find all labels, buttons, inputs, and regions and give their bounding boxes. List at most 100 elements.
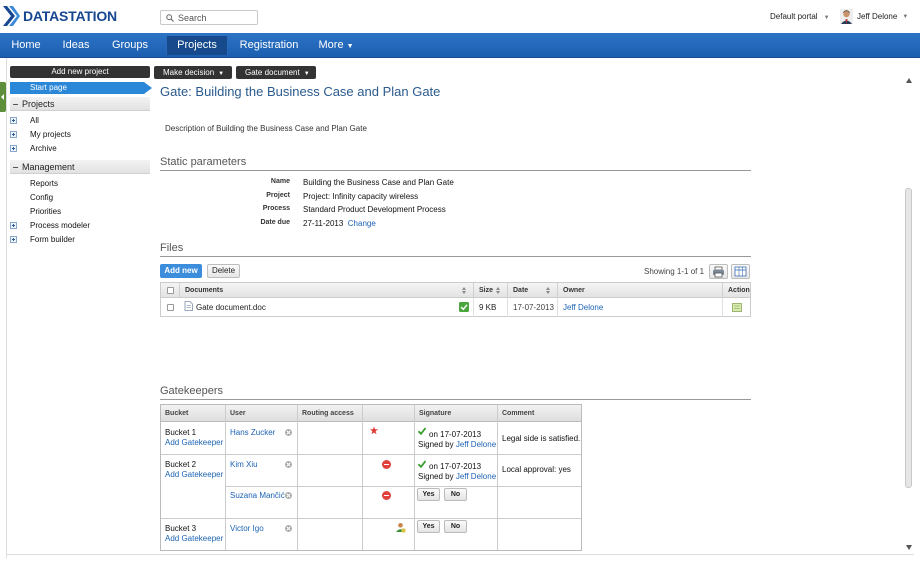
logo[interactable]: DATASTATION [1,4,117,28]
sign-yes-button[interactable]: Yes [417,520,440,533]
signed-by-label: Signed by [418,440,454,449]
chevron-down-icon: ▼ [823,15,830,21]
files-table: Documents Size Date Owner Action Gate do… [160,282,751,317]
delete-file-button[interactable]: Delete [207,264,240,278]
sort-icon[interactable] [546,287,551,294]
col-bucket: Bucket [165,410,189,417]
sidebar-section-management[interactable]: Management [10,160,150,174]
sidebar-item-reports[interactable]: Reports [30,179,58,188]
gatekeeper-user-link[interactable]: Suzana Mančić [230,491,285,500]
checkmark-icon [418,427,426,435]
logo-text: DATASTATION [23,8,117,24]
add-gatekeeper-link[interactable]: Add Gatekeeper [165,438,223,447]
sidebar-item-all[interactable]: All [30,116,39,125]
portal-selector[interactable]: Default portal ▼ [770,12,830,21]
chevron-down-icon: ▼ [303,71,310,77]
bucket-1-label: Bucket 1 [165,428,197,437]
remove-user-icon[interactable] [285,461,292,468]
sidebar-section-projects[interactable]: Projects [10,97,150,111]
row-checkbox[interactable] [167,304,174,311]
gatekeeper-user-link[interactable]: Kim Xiu [230,460,258,469]
checkmark-icon [418,460,426,468]
expand-icon[interactable] [10,222,17,229]
chevron-down-icon: ▼ [218,71,225,77]
remove-user-icon[interactable] [285,492,292,499]
nav-groups[interactable]: Groups [104,33,156,58]
sign-no-button[interactable]: No [444,488,467,501]
bucket-3-label: Bucket 3 [165,524,197,533]
file-date-cell: 17-07-2013 [507,298,557,317]
add-project-button[interactable]: Add new project [10,66,150,78]
sort-icon[interactable] [462,287,467,294]
remove-user-icon[interactable] [285,525,292,532]
nav-registration[interactable]: Registration [236,33,302,58]
gatekeeper-user-link[interactable]: Hans Zucker [230,428,275,437]
document-icon [184,301,193,311]
remove-user-icon[interactable] [285,429,292,436]
add-gatekeeper-link[interactable]: Add Gatekeeper [165,534,223,543]
logo-mark-icon [1,4,20,28]
col-routing-access: Routing access [302,410,354,417]
expand-icon[interactable] [10,117,17,124]
main-nav: Home Ideas Groups Projects Registration … [0,33,920,58]
columns-button[interactable] [731,264,750,279]
file-owner-link[interactable]: Jeff Delone [563,303,603,312]
gatekeeper-user-link[interactable]: Victor Igo [230,524,264,533]
param-project-label: Project [266,192,290,199]
nav-projects[interactable]: Projects [166,36,228,55]
sidebar-item-archive[interactable]: Archive [30,144,57,153]
sidebar-item-priorities[interactable]: Priorities [30,207,61,216]
search-input[interactable] [178,12,256,24]
page-scrollbar[interactable] [904,58,914,555]
param-date-label: Date due [260,219,290,226]
user-menu[interactable]: Jeff Delone ▼ [840,9,908,24]
col-divider [225,405,226,550]
col-size[interactable]: Size [473,283,507,298]
search-box[interactable] [160,10,258,25]
expand-icon[interactable] [10,131,17,138]
change-date-link[interactable]: Change [348,219,376,228]
col-documents[interactable]: Documents [179,283,474,298]
add-file-button[interactable]: Add new [160,264,202,278]
col-owner[interactable]: Owner [557,283,722,298]
gate-document-button[interactable]: Gate document ▼ [236,66,316,79]
nav-home[interactable]: Home [4,33,48,58]
collapse-sidebar-handle[interactable] [0,82,6,112]
make-decision-button[interactable]: Make decision ▼ [154,66,232,79]
top-header: DATASTATION Default portal ▼ Jeff Delone ▼ [0,0,920,33]
row-divider [225,486,581,487]
nav-more[interactable]: More ▼ [314,33,358,58]
add-gatekeeper-link[interactable]: Add Gatekeeper [165,470,223,479]
sidebar-item-start-page[interactable]: Start page [10,82,152,94]
bottom-divider [6,554,914,555]
scroll-thumb[interactable] [905,188,912,488]
signer-link[interactable]: Jeff Delone [456,472,496,481]
gatekeepers-table-header: Bucket User Routing access Signature Com… [161,405,581,422]
expand-icon[interactable] [10,236,17,243]
expand-icon[interactable] [10,145,17,152]
user-name: Jeff Delone [857,12,898,21]
sign-no-button[interactable]: No [444,520,467,533]
signature-date: on 17-07-2013 [429,430,482,439]
sidebar-item-config[interactable]: Config [30,193,53,202]
param-process-value: Standard Product Development Process [303,205,446,214]
no-access-icon [382,491,391,500]
scroll-up-icon[interactable] [906,78,912,83]
file-name[interactable]: Gate document.doc [196,303,266,312]
sidebar-item-my-projects[interactable]: My projects [30,130,71,139]
print-button[interactable] [709,264,728,279]
nav-more-label: More [318,39,344,51]
sidebar-item-process-modeler[interactable]: Process modeler [30,221,90,230]
select-all-checkbox[interactable] [167,287,174,294]
scroll-down-icon[interactable] [906,545,912,550]
row-divider [161,518,581,519]
due-date: 27-11-2013 [303,219,344,228]
param-date-value: 27-11-2013 Change [303,219,376,228]
sort-icon[interactable] [496,287,501,294]
sidebar-item-form-builder[interactable]: Form builder [30,235,75,244]
nav-ideas[interactable]: Ideas [54,33,98,58]
signer-link[interactable]: Jeff Delone [456,440,496,449]
approved-checkmark-icon [459,302,469,312]
edit-action-icon[interactable] [732,303,742,312]
sign-yes-button[interactable]: Yes [417,488,440,501]
